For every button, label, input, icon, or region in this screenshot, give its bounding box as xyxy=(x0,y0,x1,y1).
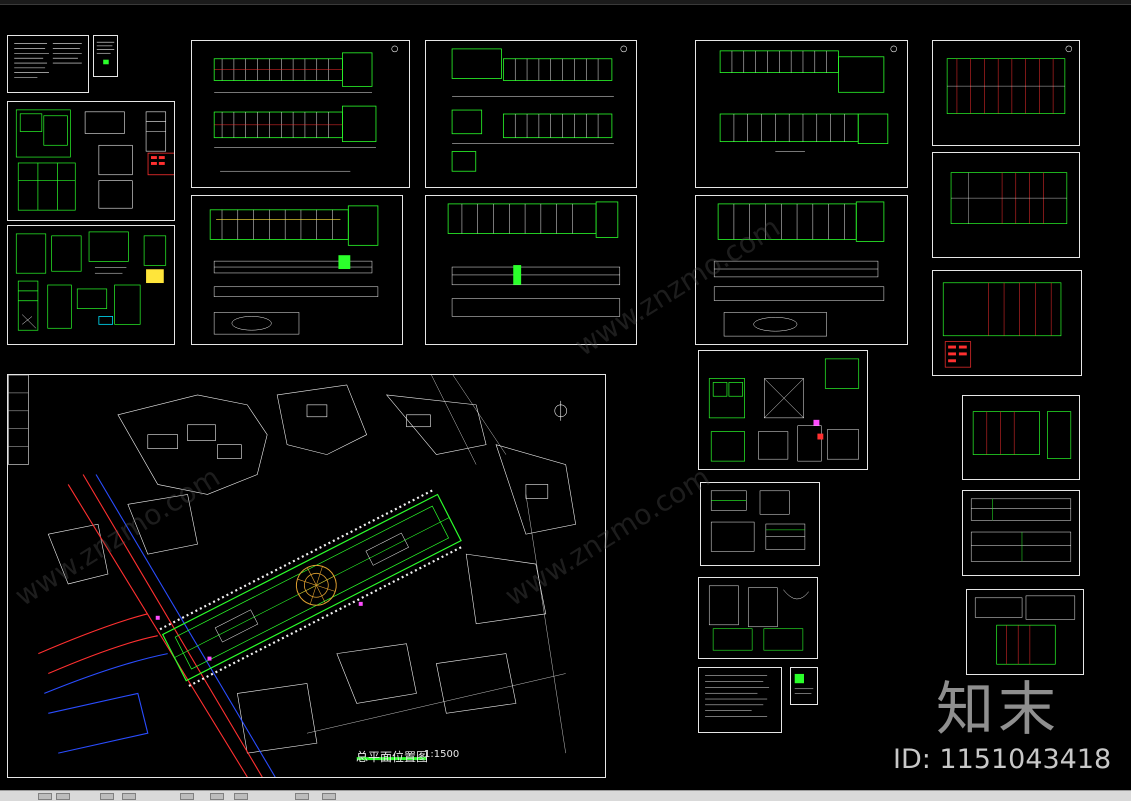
status-button[interactable] xyxy=(56,793,70,800)
floorplan-drawing-3 xyxy=(719,45,897,152)
sheet-plan-r4[interactable] xyxy=(962,395,1080,480)
sheet-details-d[interactable] xyxy=(700,482,820,566)
plan-drawing-r4 xyxy=(972,411,1072,459)
status-button[interactable] xyxy=(122,793,136,800)
legend-drawing xyxy=(794,673,814,694)
watermark-logo: 知末 xyxy=(936,675,1061,743)
status-button[interactable] xyxy=(234,793,248,800)
sheet-notes-2[interactable] xyxy=(93,35,118,77)
sheet-plan-r3[interactable] xyxy=(932,270,1082,376)
status-button[interactable] xyxy=(210,793,224,800)
sheet-details-c[interactable] xyxy=(698,350,868,470)
drawing-canvas[interactable]: 总平面位置图 1:1500 www.znzmo.com www.znzmo.co… xyxy=(0,0,1131,790)
sheet-legend[interactable] xyxy=(790,667,818,705)
floorplan-drawing xyxy=(213,45,398,172)
status-button[interactable] xyxy=(38,793,52,800)
plan-elevation-drawing xyxy=(209,205,379,335)
sheet-elevation-r5[interactable] xyxy=(962,490,1080,576)
sheet-notes-3[interactable] xyxy=(698,667,782,733)
status-button[interactable] xyxy=(100,793,114,800)
notes-drawing-3 xyxy=(705,675,770,717)
top-toolbar-edge xyxy=(0,0,1131,5)
status-bar xyxy=(0,790,1131,801)
sheet-plan-r2[interactable] xyxy=(932,152,1080,258)
stair-details-drawing xyxy=(15,231,167,331)
plan-drawing-r1 xyxy=(946,45,1073,114)
sheet-floorplan-1[interactable] xyxy=(191,40,410,188)
sheet-plan-r1[interactable] xyxy=(932,40,1080,146)
notes-drawing xyxy=(14,43,82,78)
details-drawing-c xyxy=(708,358,860,462)
sheet-plan-elevation-1[interactable] xyxy=(191,195,403,345)
status-button[interactable] xyxy=(322,793,336,800)
plan-drawing-r2 xyxy=(950,172,1068,224)
sheet-notes-1[interactable] xyxy=(7,35,89,93)
plan-drawing-r3 xyxy=(942,282,1062,368)
sheet-details-a[interactable] xyxy=(7,101,175,221)
elevation-drawing-r5 xyxy=(970,498,1072,562)
status-button[interactable] xyxy=(295,793,309,800)
sheet-details-e[interactable] xyxy=(698,577,818,659)
status-button[interactable] xyxy=(180,793,194,800)
notes-drawing-small xyxy=(96,41,115,65)
floorplan-drawing-2 xyxy=(451,45,627,172)
sheet-floorplan-3[interactable] xyxy=(695,40,908,188)
site-plan-title: 总平面位置图 xyxy=(356,750,429,764)
site-plan-scale: 1:1500 xyxy=(424,749,460,760)
sheet-details-b[interactable] xyxy=(7,225,175,345)
sheet-floorplan-2[interactable] xyxy=(425,40,637,188)
details-drawing-e xyxy=(708,585,809,651)
details-drawing xyxy=(15,109,174,211)
watermark-id: ID: 1151043418 xyxy=(893,744,1112,775)
details-drawing-d xyxy=(710,490,806,552)
